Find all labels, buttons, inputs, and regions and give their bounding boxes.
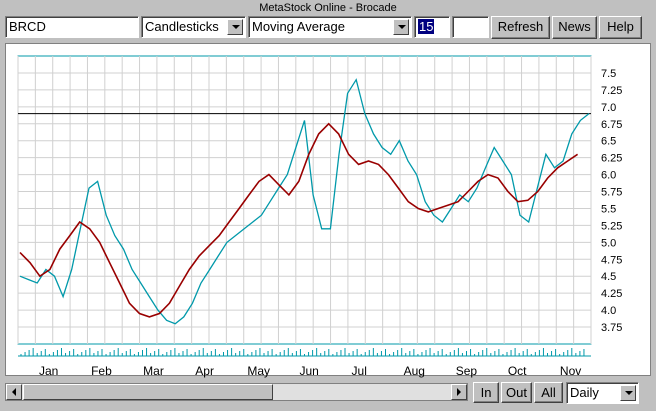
month-label: Feb [91,364,112,378]
indicator-dropdown[interactable]: Moving Average [248,16,412,38]
chevron-down-icon[interactable] [393,19,409,35]
y-tick-label: 5.25 [601,220,622,232]
zoom-all-button[interactable]: All [534,382,563,403]
news-button[interactable]: News [552,16,597,39]
y-tick-label: 6.5 [601,136,616,148]
month-label: May [247,364,271,378]
y-tick-label: 3.75 [601,322,622,334]
month-label: Nov [559,364,582,378]
month-label: Apr [195,364,214,378]
chart-type-value: Candlesticks [145,19,219,34]
y-tick-label: 5.75 [601,187,622,199]
y-tick-label: 6.25 [601,153,622,165]
horizontal-scrollbar[interactable] [5,383,468,401]
moving-average-line [19,122,579,318]
extra-input[interactable] [452,16,489,38]
y-tick-label: 4.25 [601,288,622,300]
zoom-in-button[interactable]: In [473,382,499,403]
y-tick-label: 7.0 [601,102,616,114]
price-series-line [19,78,590,325]
chart-area[interactable]: 7.5 7.25 7.0 6.75 6.5 6.25 6.0 5.75 5.5 5.25 5.0 4.… [5,43,651,376]
y-tick-label: 4.5 [601,271,616,283]
period-input[interactable]: 15 [414,16,450,38]
interval-dropdown[interactable]: Daily [566,382,639,404]
scroll-thumb[interactable] [23,384,273,400]
symbol-value: BRCD [9,19,46,34]
refresh-button[interactable]: Refresh [491,16,550,39]
price-chart: 7.5 7.25 7.0 6.75 6.5 6.25 6.0 5.75 5.5 5.25 5.0 4.… [17,55,622,357]
month-label: Sep [455,364,478,378]
chart-type-dropdown[interactable]: Candlesticks [141,16,246,38]
month-label: Jan [39,364,59,378]
y-tick-label: 7.25 [601,85,622,97]
month-label: Aug [403,364,425,378]
chevron-down-icon[interactable] [227,19,243,35]
month-label: Jul [351,364,367,378]
arrow-left-icon [12,388,16,396]
help-button[interactable]: Help [599,16,642,39]
indicator-value: Moving Average [252,19,345,34]
y-tick-label: 4.0 [601,305,616,317]
y-tick-label: 6.75 [601,119,622,131]
scroll-left-icon[interactable] [6,384,22,400]
y-tick-label: 5.5 [601,203,616,215]
y-tick-label: 5.0 [601,237,616,249]
arrow-right-icon [457,388,461,396]
plot-frame [17,55,592,345]
month-label: Oct [507,364,527,378]
period-value: 15 [418,19,435,34]
scroll-right-icon[interactable] [451,384,467,400]
chevron-down-icon[interactable] [620,385,636,401]
interval-value: Daily [570,385,599,400]
zoom-out-button[interactable]: Out [501,382,532,403]
y-tick-label: 6.0 [601,170,616,182]
month-label: Mar [143,364,164,378]
y-tick-label: 7.5 [601,68,616,80]
y-tick-label: 4.75 [601,254,622,266]
window-title: MetaStock Online - Brocade [259,2,397,14]
symbol-input[interactable]: BRCD [5,16,139,38]
month-label: Jun [299,364,319,378]
